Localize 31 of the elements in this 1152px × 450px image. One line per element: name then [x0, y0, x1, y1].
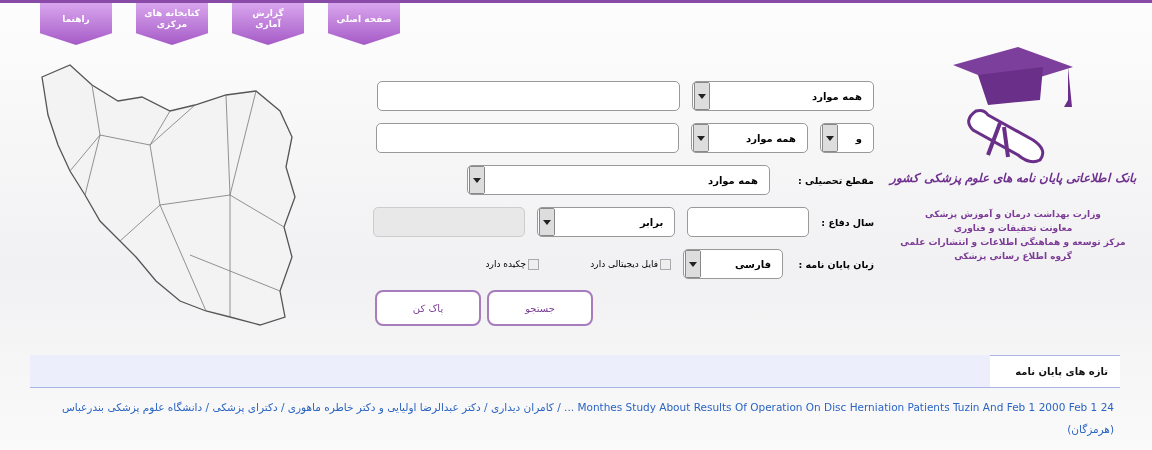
caret-icon	[693, 124, 709, 152]
caret-icon	[694, 82, 710, 110]
field-label: مقطع تحصیلی :	[796, 174, 874, 186]
caret-icon	[469, 166, 485, 194]
dropdown[interactable]: همه موارد	[692, 81, 874, 111]
news-tab[interactable]: تازه های پایان نامه	[990, 355, 1120, 387]
field-label: زبان پایان نامه :	[797, 258, 874, 270]
subtitle-text: گروه اطلاع رسانی پزشکی	[953, 250, 1073, 263]
subtitle-text: معاونت تحقیقات و فناوری	[952, 222, 1074, 235]
dropdown[interactable]: برابر	[537, 207, 676, 237]
form-button[interactable]: پاک کن	[375, 290, 481, 326]
dropdown[interactable]: همه موارد	[467, 165, 770, 195]
site-title: بانک اطلاعاتی پایان نامه های علوم پزشکی کشور	[890, 171, 1136, 185]
subtitle-text: وزارت بهداشت درمان و آموزش پزشکی	[924, 207, 1102, 221]
dropdown[interactable]: همه موارد	[691, 123, 808, 153]
checkbox-label: چکیده دارد	[485, 259, 526, 269]
text-field[interactable]	[687, 207, 810, 237]
subtitle-text: مرکز توسعه و هماهنگی اطلاعات و انتشارات علمی	[900, 236, 1126, 249]
dropdown[interactable]: و	[820, 123, 874, 153]
dropdown[interactable]: فارسی	[683, 249, 783, 279]
field-label: سال دفاع :	[821, 216, 874, 228]
caret-icon	[822, 124, 838, 152]
checkbox[interactable]	[528, 258, 539, 270]
checkbox-label: فایل دیجیتالی دارد	[590, 259, 658, 269]
thesis-link[interactable]: Monthes Study About Results Of Operation On Disc Herniation Patients Tuzin And Feb 1 2000 Feb 1 24 ... / کامران دیداری / دکتر عبدالرضا اولیایی و دکتر خاطره ماهوری / دکترای پزشکی / دانشگاه علوم پزشکی بندرعباس (هرمزگان)	[30, 396, 1120, 440]
caret-icon	[685, 250, 701, 278]
checkbox[interactable]	[660, 258, 671, 270]
form-button[interactable]: جستجو	[487, 290, 593, 326]
text-field[interactable]	[376, 123, 679, 153]
caret-icon	[539, 208, 556, 236]
text-field[interactable]	[377, 81, 680, 111]
